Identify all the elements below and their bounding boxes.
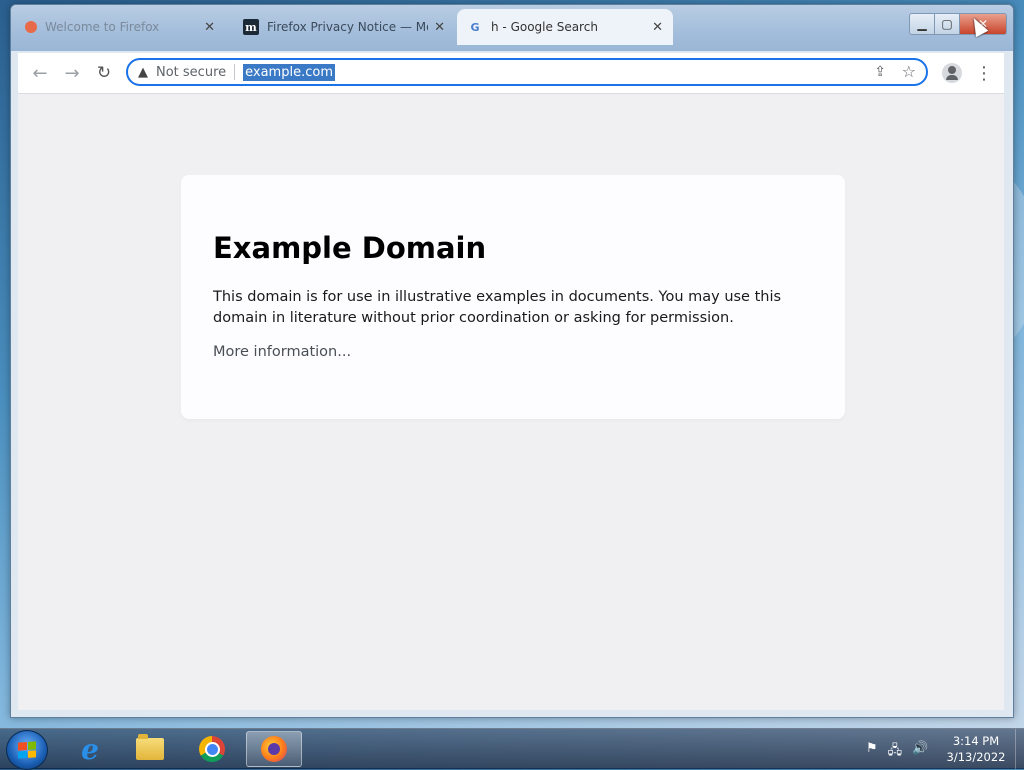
page-heading: Example Domain: [213, 231, 487, 265]
example-domain-card: Example Domain This domain is for use in…: [181, 175, 845, 419]
minimize-button[interactable]: ▁: [909, 13, 935, 35]
firefox-favicon-icon: [25, 21, 37, 33]
google-favicon-icon: G: [470, 20, 480, 34]
back-button[interactable]: ←: [28, 61, 52, 85]
firefox-taskbar-button[interactable]: [246, 731, 302, 767]
clock-time: 3:14 PM: [952, 734, 1000, 748]
share-icon[interactable]: ⇪: [874, 64, 886, 80]
windows-explorer-taskbar-button[interactable]: [122, 731, 178, 767]
profile-avatar-button[interactable]: [942, 63, 962, 83]
tab-title: Firefox Privacy Notice — Mozilla: [267, 20, 428, 34]
show-desktop-button[interactable]: [1015, 729, 1024, 769]
tab-welcome-to-firefox[interactable]: Welcome to Firefox ✕: [15, 9, 225, 45]
system-tray: ⚑ 🖧 🔊: [866, 741, 928, 763]
windows-logo-icon: [18, 741, 36, 759]
clock-date: 3/13/2022: [946, 750, 1006, 764]
maximize-button[interactable]: ▢: [934, 13, 960, 35]
security-status[interactable]: Not secure: [156, 65, 226, 80]
forward-button[interactable]: →: [60, 61, 84, 85]
tab-title: Welcome to Firefox: [45, 20, 160, 34]
more-information-link[interactable]: More information...: [213, 344, 813, 360]
start-button[interactable]: [6, 730, 48, 770]
browser-window: Welcome to Firefox ✕ m Firefox Privacy N…: [10, 4, 1014, 718]
tab-firefox-privacy-notice[interactable]: m Firefox Privacy Notice — Mozilla ✕: [233, 9, 455, 45]
windows-taskbar: e ⚑ 🖧 🔊 3:14 PM 3/13/2022: [0, 728, 1024, 770]
chrome-icon: [199, 736, 225, 762]
browser-menu-button[interactable]: ⋮: [974, 61, 994, 85]
person-icon-body: [946, 75, 958, 80]
tab-google-search[interactable]: G h - Google Search ✕: [457, 9, 673, 45]
address-bar[interactable]: ▲ Not secure example.com ⇪ ☆: [126, 58, 928, 86]
person-icon: [948, 66, 956, 74]
reload-button[interactable]: ↻: [92, 61, 116, 85]
folder-icon: [136, 734, 164, 760]
tab-strip: Welcome to Firefox ✕ m Firefox Privacy N…: [11, 5, 1013, 51]
tab-title: h - Google Search: [491, 20, 598, 34]
action-center-flag-icon[interactable]: ⚑: [866, 741, 878, 763]
page-viewport: Example Domain This domain is for use in…: [18, 94, 1004, 710]
network-icon[interactable]: 🖧: [888, 741, 903, 763]
internet-explorer-taskbar-button[interactable]: e: [62, 731, 118, 767]
browser-toolbar: ← → ↻ ▲ Not secure example.com ⇪ ☆ ⋮: [18, 53, 1004, 94]
url-text[interactable]: example.com: [243, 63, 335, 81]
tab-close-icon[interactable]: ✕: [434, 20, 445, 35]
taskbar-clock[interactable]: 3:14 PM 3/13/2022: [936, 733, 1016, 765]
internet-explorer-icon: e: [81, 732, 99, 766]
warning-icon[interactable]: ▲: [138, 65, 148, 80]
divider: [234, 64, 236, 80]
volume-icon[interactable]: 🔊: [912, 741, 928, 763]
tab-close-icon[interactable]: ✕: [652, 20, 663, 35]
chrome-taskbar-button[interactable]: [184, 731, 240, 767]
tab-close-icon[interactable]: ✕: [204, 20, 215, 35]
firefox-icon: [261, 736, 287, 762]
page-description: This domain is for use in illustrative e…: [213, 289, 782, 326]
mozilla-favicon-icon: m: [243, 19, 259, 35]
bookmark-star-icon[interactable]: ☆: [902, 62, 916, 81]
